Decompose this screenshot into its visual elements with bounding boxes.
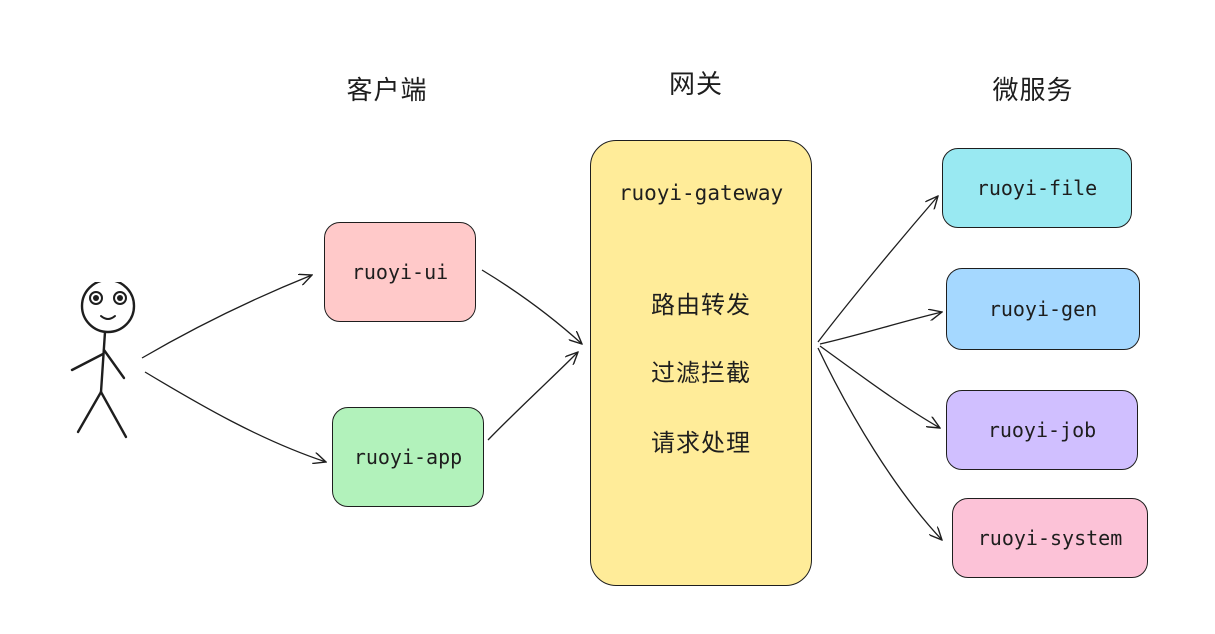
client-node-label: ruoyi-ui <box>351 260 449 284</box>
header-client: 客户端 <box>346 76 428 106</box>
gateway-title: ruoyi-gateway <box>618 181 784 205</box>
service-node-ruoyi-file[interactable]: ruoyi-file <box>942 148 1132 228</box>
stick-figure-user-icon <box>70 282 136 439</box>
gateway-function-routing: 路由转发 <box>651 291 751 319</box>
architecture-diagram: 客户端 网关 微服务 ruoyi-ui ruoyi-app ruoyi-gate… <box>0 0 1215 634</box>
header-services: 微服务 <box>992 76 1074 106</box>
service-node-label: ruoyi-job <box>987 418 1097 442</box>
gateway-node[interactable]: ruoyi-gateway 路由转发 过滤拦截 请求处理 <box>590 140 812 586</box>
gateway-function-filtering: 过滤拦截 <box>651 359 751 387</box>
service-node-ruoyi-job[interactable]: ruoyi-job <box>946 390 1138 470</box>
service-node-label: ruoyi-file <box>976 176 1098 200</box>
client-node-label: ruoyi-app <box>353 445 463 469</box>
service-node-label: ruoyi-gen <box>988 297 1098 321</box>
edge-gateway-to-file <box>817 196 938 343</box>
edge-user-to-app <box>144 371 326 462</box>
edge-gateway-to-system <box>817 347 942 540</box>
edge-user-to-ui <box>141 275 312 359</box>
edge-app-to-gateway <box>487 352 578 441</box>
client-node-ruoyi-app[interactable]: ruoyi-app <box>332 407 484 507</box>
edge-ui-to-gateway <box>481 269 582 344</box>
header-gateway: 网关 <box>668 70 724 100</box>
service-node-ruoyi-system[interactable]: ruoyi-system <box>952 498 1148 578</box>
gateway-function-request-handling: 请求处理 <box>651 429 751 457</box>
client-node-ruoyi-ui[interactable]: ruoyi-ui <box>324 222 476 322</box>
service-node-ruoyi-gen[interactable]: ruoyi-gen <box>946 268 1140 350</box>
service-node-label: ruoyi-system <box>977 526 1123 550</box>
